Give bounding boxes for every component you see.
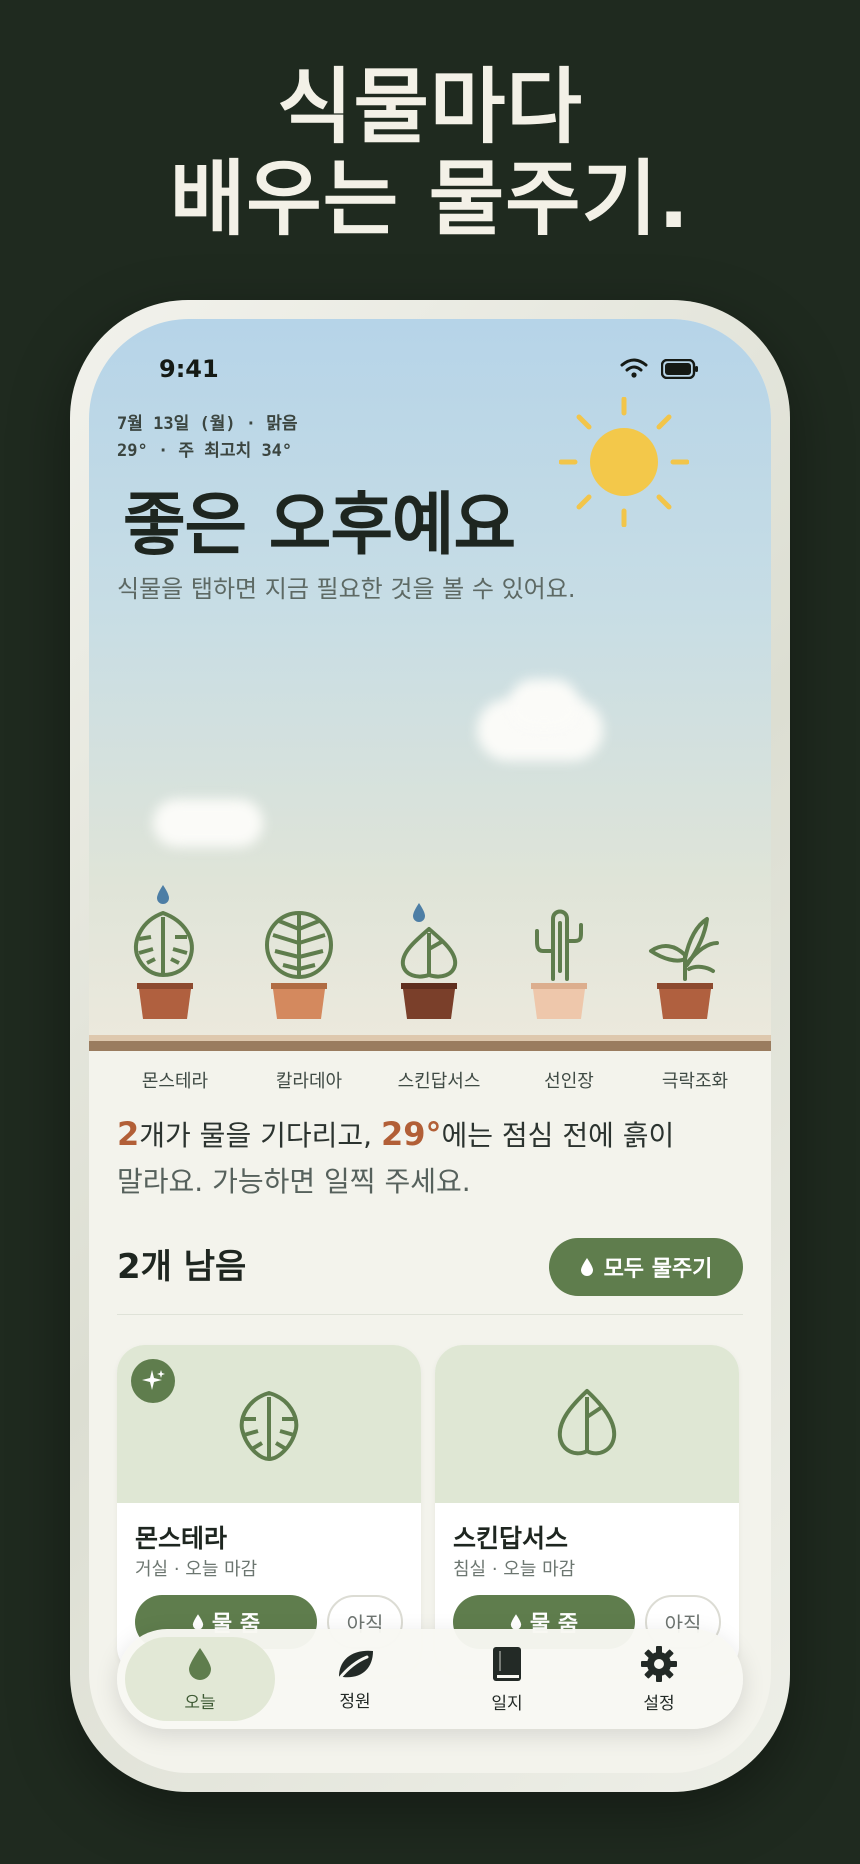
status-time: 9:41 bbox=[159, 355, 219, 383]
tab-bar: 오늘 정원 일지 설정 bbox=[117, 1629, 743, 1729]
tab-label: 정원 bbox=[339, 1691, 371, 1712]
cloud-large-top bbox=[509, 679, 579, 729]
plant-card-pothos[interactable]: 스킨답서스 침실 · 오늘 마감 물 줌 아직 bbox=[435, 1345, 739, 1675]
status-bar: 9:41 bbox=[89, 355, 771, 385]
cactus-icon bbox=[535, 909, 583, 981]
card-subtitle: 거실 · 오늘 마감 bbox=[135, 1559, 258, 1580]
card-title: 스킨답서스 bbox=[453, 1524, 569, 1553]
tab-label: 일지 bbox=[491, 1693, 523, 1714]
pothos-leaf-icon bbox=[400, 927, 458, 979]
monstera-leaf-icon bbox=[239, 1391, 299, 1461]
tab-label: 설정 bbox=[643, 1693, 675, 1714]
sun-icon bbox=[558, 396, 690, 531]
summary-text-2: 에는 점심 전에 흙이 bbox=[441, 1119, 675, 1152]
plant-name-row: 몬스테라 칼라데아 스킨답서스 선인장 극락조화 bbox=[89, 1067, 771, 1097]
card-illustration bbox=[435, 1345, 739, 1503]
summary-count: 2 bbox=[117, 1115, 140, 1153]
plant-name-bird-of-paradise: 극락조화 bbox=[661, 1071, 729, 1092]
card-subtitle: 침실 · 오늘 마감 bbox=[453, 1559, 576, 1580]
pot bbox=[139, 989, 191, 1019]
water-drop-icon bbox=[413, 903, 425, 922]
tab-settings[interactable]: 설정 bbox=[583, 1629, 735, 1729]
gear-icon bbox=[641, 1645, 677, 1682]
divider bbox=[117, 1314, 743, 1315]
plant-calathea[interactable] bbox=[259, 879, 359, 1019]
plant-name-pothos: 스킨답서스 bbox=[397, 1071, 481, 1092]
weather-date: 7월 13일 (월) · 맑음 bbox=[117, 414, 298, 434]
wifi-icon bbox=[619, 357, 649, 383]
headline-line-1: 식물마다 bbox=[277, 60, 583, 155]
leaf-icon bbox=[337, 1650, 373, 1680]
cloud-small bbox=[153, 799, 263, 847]
droplet-icon bbox=[580, 1258, 593, 1276]
plant-pothos[interactable] bbox=[389, 879, 489, 1019]
tab-label: 오늘 bbox=[184, 1692, 216, 1713]
greeting-title: 좋은 오후예요 bbox=[123, 486, 516, 565]
card-illustration bbox=[117, 1345, 421, 1503]
bird-of-paradise-icon bbox=[649, 917, 719, 981]
plant-bird-of-paradise[interactable] bbox=[645, 879, 745, 1019]
plant-monstera[interactable] bbox=[125, 879, 225, 1019]
book-icon bbox=[493, 1646, 521, 1681]
water-drop-icon bbox=[157, 885, 169, 904]
remaining-count: 2개 남음 bbox=[117, 1247, 247, 1287]
weather-info: 7월 13일 (월) · 맑음 29° · 주 최고치 34° bbox=[117, 411, 298, 465]
summary-text-3: 말라요. 가능하면 일찍 주세요. bbox=[117, 1165, 471, 1198]
summary-temp: 29° bbox=[380, 1115, 442, 1153]
pot bbox=[533, 989, 585, 1019]
shelf-edge bbox=[89, 1041, 771, 1051]
plant-cactus[interactable] bbox=[519, 879, 619, 1019]
pot bbox=[403, 989, 455, 1019]
summary-text-1: 개가 물을 기다리고, bbox=[139, 1119, 381, 1152]
sparkle-icon bbox=[131, 1359, 175, 1403]
plant-name-calathea: 칼라데아 bbox=[275, 1071, 343, 1092]
water-all-button[interactable]: 모두 물주기 bbox=[549, 1238, 743, 1296]
monstera-leaf-icon bbox=[134, 911, 194, 977]
tab-journal[interactable]: 일지 bbox=[431, 1629, 583, 1729]
water-all-label: 모두 물주기 bbox=[603, 1257, 713, 1282]
plant-name-cactus: 선인장 bbox=[544, 1071, 594, 1092]
tab-today[interactable]: 오늘 bbox=[125, 1637, 275, 1721]
watering-summary: 2개가 물을 기다리고, 29°에는 점심 전에 흙이 말라요. 가능하면 일찍… bbox=[117, 1111, 737, 1205]
pot bbox=[273, 989, 325, 1019]
tab-garden[interactable]: 정원 bbox=[279, 1629, 431, 1729]
app-screen: 9:41 7월 13일 (월) · 맑음 29° · 주 최고치 34° 좋은 … bbox=[89, 319, 771, 1773]
pothos-leaf-icon bbox=[557, 1389, 617, 1456]
plant-card-monstera[interactable]: 몬스테라 거실 · 오늘 마감 물 줌 아직 bbox=[117, 1345, 421, 1675]
weather-temp: 29° · 주 최고치 34° bbox=[117, 441, 293, 461]
pot bbox=[659, 989, 711, 1019]
headline-line-2: 배우는 물주기. bbox=[169, 152, 691, 247]
battery-icon bbox=[660, 358, 699, 383]
calathea-leaf-icon bbox=[265, 911, 333, 979]
droplet-icon bbox=[189, 1647, 211, 1680]
card-title: 몬스테라 bbox=[135, 1524, 228, 1553]
greeting-subtitle: 식물을 탭하면 지금 필요한 것을 볼 수 있어요. bbox=[117, 575, 576, 603]
plant-name-monstera: 몬스테라 bbox=[141, 1071, 209, 1092]
promo-headline: 식물마다 배우는 물주기. bbox=[0, 62, 860, 246]
